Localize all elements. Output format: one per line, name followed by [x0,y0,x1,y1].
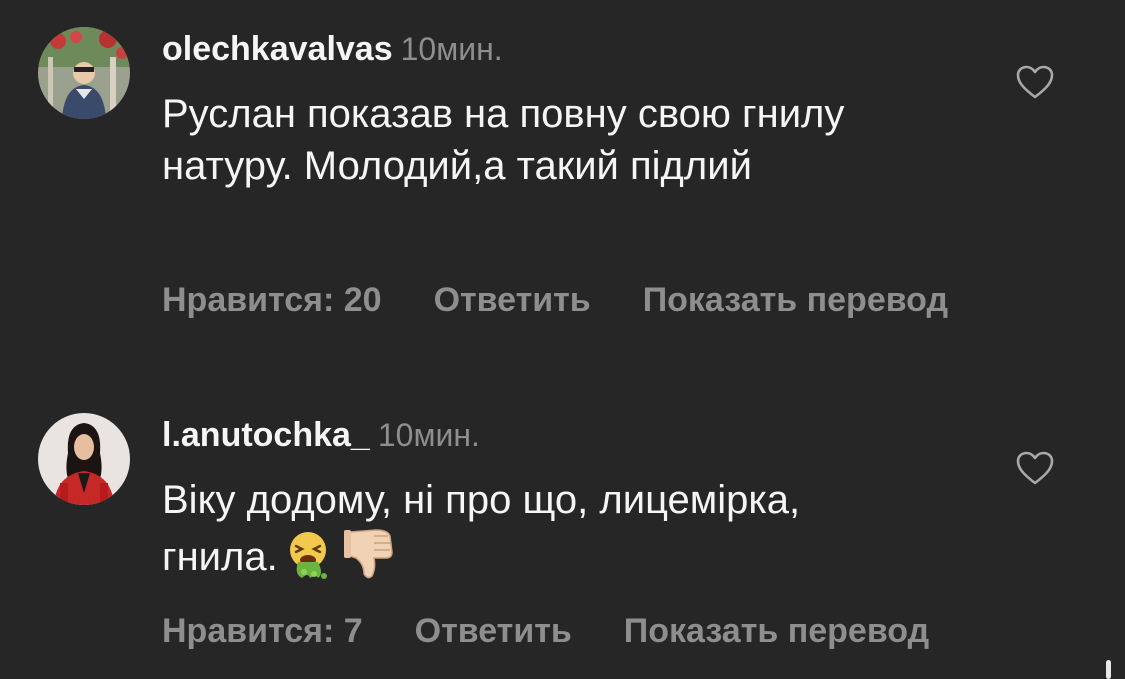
reply-button[interactable]: Ответить [415,612,572,650]
comment-actions: Нравится: 7 Ответить Показать перевод [162,612,981,651]
show-translation-button[interactable]: Показать перевод [643,281,948,319]
timestamp: 10мин. [400,31,503,67]
comment-item: l.anutochka_ 10мин. Віку додому, ні про щ… [0,360,1125,679]
comment-actions: Нравится: 20 Ответить Показать перевод [162,281,1000,320]
username[interactable]: olechkavalvas [162,30,393,68]
comment-text: Руслан показав на повну свою гнилу натур… [162,92,845,188]
avatar[interactable] [38,413,130,505]
timestamp: 10мин. [377,417,480,453]
heart-outline-icon[interactable] [1015,450,1055,486]
comment-item: olechkavalvas 10мин. Руслан показав на по… [0,0,1125,360]
comment-header: l.anutochka_ 10мин. [162,416,480,455]
heart-outline-icon[interactable] [1015,64,1055,100]
likes-count-button[interactable]: Нравится: 20 [162,281,382,319]
likes-count-button[interactable]: Нравится: 7 [162,612,363,650]
username[interactable]: l.anutochka_ [162,416,370,454]
comment-text: Віку додому, ні про що, лицемірка, гнила… [162,478,801,579]
avatar[interactable] [38,27,130,119]
comments-screen: olechkavalvas 10мин. Руслан показав на по… [0,0,1125,679]
comment-text-block: Віку додому, ні про що, лицемірка, гнила… [162,474,922,593]
vomiting-face-emoji [284,530,336,593]
thumbs-down-emoji [342,526,398,593]
scrollbar[interactable] [1106,660,1111,679]
show-translation-button[interactable]: Показать перевод [624,612,929,650]
comment-header: olechkavalvas 10мин. [162,30,503,69]
reply-button[interactable]: Ответить [434,281,591,319]
